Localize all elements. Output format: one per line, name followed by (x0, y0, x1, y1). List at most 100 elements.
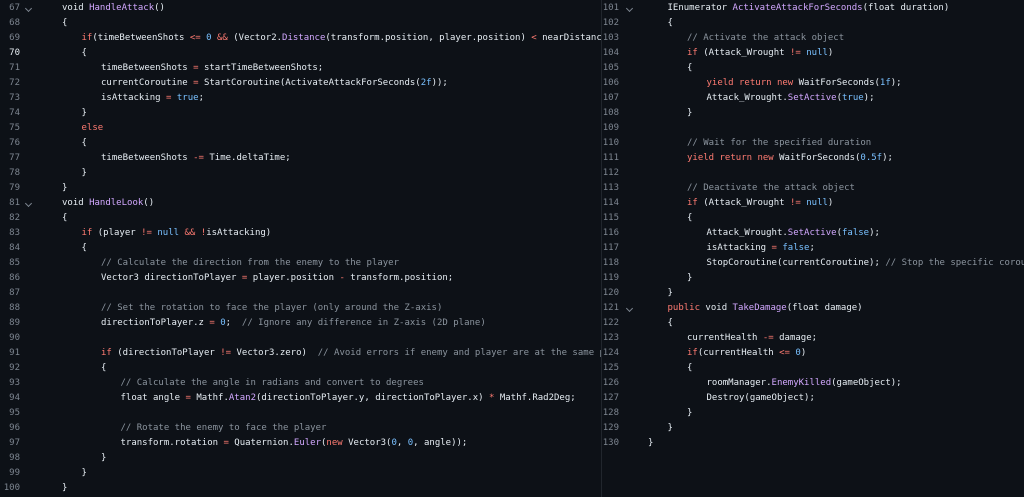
fold-chevron-icon[interactable] (24, 4, 33, 13)
code-line[interactable]: 115 { (602, 211, 1024, 226)
code-line[interactable]: 86 Vector3 directionToPlayer = player.pos… (0, 271, 602, 286)
code-line[interactable]: 81 void HandleLook() (0, 196, 602, 211)
code-text: if(currentHealth <= 0) (687, 346, 806, 361)
code-line[interactable]: 99} (0, 466, 602, 481)
code-line[interactable]: 100} (0, 481, 602, 496)
code-token: if (687, 48, 698, 58)
line-number: 105 (602, 63, 619, 73)
code-token: () (143, 198, 155, 208)
code-line[interactable]: 106 yield return new WaitForSeconds(1f); (602, 76, 1024, 91)
code-line[interactable]: 128} (602, 406, 1024, 421)
code-text: } (687, 271, 692, 286)
code-line[interactable]: 87 (0, 286, 602, 301)
code-line[interactable]: 96 // Rotate the enemy to face the player (0, 421, 602, 436)
code-token: ; (225, 318, 242, 328)
code-line[interactable]: 102 { (602, 16, 1024, 31)
code-pane-right[interactable]: 101 IEnumerator ActivateAttackForSeconds(… (602, 1, 1024, 496)
fold-chevron-icon[interactable] (625, 304, 634, 313)
line-number: 109 (602, 123, 619, 133)
code-line[interactable]: 73 isAttacking = true; (0, 91, 602, 106)
code-line[interactable]: 77 timeBetweenShots -= Time.deltaTime; (0, 151, 602, 166)
code-line[interactable]: 88 // Set the rotation to face the player… (0, 301, 602, 316)
code-line[interactable]: 95 (0, 406, 602, 421)
code-line[interactable]: 91 if (directionToPlayer != Vector3.zero)… (0, 346, 602, 361)
code-line[interactable]: 90 (0, 331, 602, 346)
code-line[interactable]: 97 transform.rotation = Quaternion.Euler(… (0, 436, 602, 451)
code-line[interactable]: 125 { (602, 361, 1024, 376)
code-line[interactable]: 108} (602, 106, 1024, 121)
code-token: ; (198, 93, 204, 103)
code-line[interactable]: 130} (602, 436, 1024, 451)
code-token: (transform.position, player.position) (325, 33, 532, 43)
code-line[interactable]: 82 { (0, 211, 602, 226)
code-line[interactable]: 116 Attack_Wrought.SetActive(false); (602, 226, 1024, 241)
code-line[interactable]: 69 if(timeBetweenShots <= 0 && (Vector2.D… (0, 31, 602, 46)
code-line[interactable]: 71 timeBetweenShots = startTimeBetweenSho… (0, 61, 602, 76)
code-line[interactable]: 75 else (0, 121, 602, 136)
code-line[interactable]: 113 // Deactivate the attack object (602, 181, 1024, 196)
code-token: { (81, 48, 87, 58)
code-line[interactable]: 126 roomManager.EnemyKilled(gameObject); (602, 376, 1024, 391)
code-line[interactable]: 122 { (602, 316, 1024, 331)
code-line[interactable]: 121 public void TakeDamage(float damage) (602, 301, 1024, 316)
code-line[interactable]: 119} (602, 271, 1024, 286)
fold-chevron-icon[interactable] (24, 199, 33, 208)
code-line[interactable]: 83 if (player != null && !isAttacking) (0, 226, 602, 241)
code-token: Attack_Wrought. (706, 228, 788, 238)
code-token: HandleAttack (89, 3, 155, 13)
code-line[interactable]: 124 if(currentHealth <= 0) (602, 346, 1024, 361)
code-line[interactable]: 114 if (Attack_Wrought != null) (602, 196, 1024, 211)
code-line[interactable]: 84 { (0, 241, 602, 256)
code-line[interactable]: 127 Destroy(gameObject); (602, 391, 1024, 406)
code-line[interactable]: 105 { (602, 61, 1024, 76)
code-line[interactable]: 103 // Activate the attack object (602, 31, 1024, 46)
fold-chevron-icon[interactable] (625, 4, 634, 13)
code-line[interactable]: 78} (0, 166, 602, 181)
code-line[interactable]: 85 // Calculate the direction from the en… (0, 256, 602, 271)
code-line[interactable]: 109 (602, 121, 1024, 136)
code-line[interactable]: 98} (0, 451, 602, 466)
line-number: 91 (9, 348, 20, 358)
code-line[interactable]: 72 currentCoroutine = StartCoroutine(Acti… (0, 76, 602, 91)
code-line[interactable]: 123 currentHealth -= damage; (602, 331, 1024, 346)
line-number: 97 (9, 438, 20, 448)
code-token: Mathf. (190, 393, 229, 403)
code-token: SetActive (787, 93, 837, 103)
code-token: { (687, 213, 693, 223)
code-line[interactable]: 89 directionToPlayer.z = 0; // Ignore any… (0, 316, 602, 331)
code-token: { (687, 63, 693, 73)
code-line[interactable]: 112 (602, 166, 1024, 181)
code-token: angle (147, 393, 186, 403)
code-line[interactable]: 129} (602, 421, 1024, 436)
code-line[interactable]: 101 IEnumerator ActivateAttackForSeconds(… (602, 1, 1024, 16)
code-text: public void TakeDamage(float damage) (668, 301, 863, 316)
code-line[interactable]: 92 { (0, 361, 602, 376)
line-number: 124 (602, 348, 619, 358)
code-line[interactable]: 107 Attack_Wrought.SetActive(true); (602, 91, 1024, 106)
line-number: 95 (9, 408, 20, 418)
code-text: if (Attack_Wrought != null) (687, 46, 833, 61)
code-line[interactable]: 104 if (Attack_Wrought != null) (602, 46, 1024, 61)
code-line[interactable]: 118 StopCoroutine(currentCoroutine); // S… (602, 256, 1024, 271)
code-pane-left[interactable]: 67 void HandleAttack() 68{69 if(timeBetween… (0, 1, 602, 496)
code-line[interactable]: 74} (0, 106, 602, 121)
code-line[interactable]: 117 isAttacking = false; (602, 241, 1024, 256)
code-token: } (62, 483, 68, 493)
code-line[interactable]: 79} (0, 181, 602, 196)
code-token: { (62, 213, 68, 223)
code-token: 0.5f (860, 153, 883, 163)
code-text: // Deactivate the attack object (687, 181, 855, 196)
code-line[interactable]: 70 { (0, 46, 602, 61)
code-line[interactable]: 94 float angle = Mathf.Atan2(directionToP… (0, 391, 602, 406)
code-line[interactable]: 111 yield return new WaitForSeconds(0.5f)… (602, 151, 1024, 166)
code-line[interactable]: 67 void HandleAttack() (0, 1, 602, 16)
code-text: timeBetweenShots = startTimeBetweenShots… (101, 61, 323, 76)
code-line[interactable]: 110 // Wait for the specified duration (602, 136, 1024, 151)
line-number: 108 (602, 108, 619, 118)
code-line[interactable]: 93 // Calculate the angle in radians and … (0, 376, 602, 391)
code-line[interactable]: 120} (602, 286, 1024, 301)
line-number: 83 (9, 228, 20, 238)
code-line[interactable]: 76 { (0, 136, 602, 151)
code-text: Destroy(gameObject); (707, 391, 815, 406)
code-line[interactable]: 68 { (0, 16, 602, 31)
